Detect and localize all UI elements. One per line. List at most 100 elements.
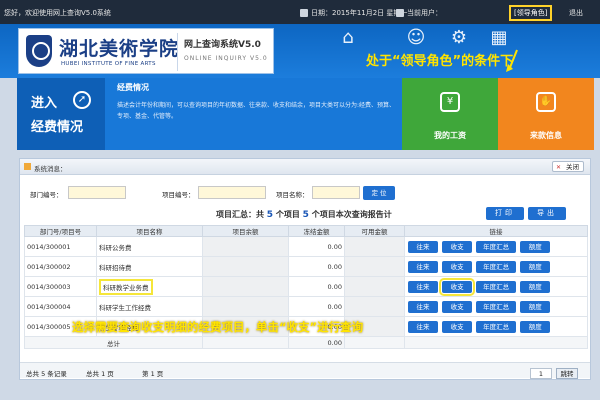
quota-button[interactable]: 额度	[520, 260, 551, 273]
transactions-button[interactable]: 往来	[408, 320, 438, 333]
total-empty	[404, 336, 588, 349]
income-info-label: 来款信息	[530, 131, 562, 140]
transactions-button[interactable]: 往来	[408, 280, 438, 293]
total-balance	[202, 336, 289, 349]
annual-summary-button[interactable]: 年度汇总	[476, 320, 517, 333]
annual-summary-button[interactable]: 年度汇总	[476, 240, 517, 253]
arrow-right-circle-icon: ➚	[73, 91, 91, 109]
row-frozen: 0.00	[288, 256, 345, 277]
row-actions: 往来 收支 年度汇总 额度	[404, 256, 588, 277]
export-button[interactable]: 导出	[528, 207, 566, 220]
quota-button[interactable]: 额度	[520, 300, 551, 313]
project-summary: 项目汇总：共 5 个项目 5 个项目本次查询报告计	[216, 209, 392, 220]
row-name-cell: 科研教学业务费	[96, 276, 203, 297]
row-available	[344, 276, 405, 297]
row-available	[344, 256, 405, 277]
row-balance	[202, 296, 289, 317]
income-expense-button[interactable]: 收支	[442, 240, 473, 253]
annual-summary-button[interactable]: 年度汇总	[476, 300, 517, 313]
income-info-tile[interactable]: ✋ 来款信息	[498, 78, 594, 150]
table-total-row: 总计 0.00	[24, 336, 588, 349]
date-display: 日期：2015年11月2日 星期一	[300, 8, 407, 18]
pagination-bar: 总共 5 条记录 总共 1 页 第 1 页 1 跳转	[20, 362, 590, 379]
pager-current: 第 1 页	[142, 370, 164, 378]
current-user: 当前用户：	[396, 8, 442, 18]
enter-label: 进入	[31, 96, 58, 111]
page-number-input[interactable]: 1	[530, 368, 552, 379]
pager-pages: 总共 1 页	[86, 370, 114, 378]
date-text: 日期：2015年11月2日 星期一	[311, 9, 408, 17]
col-available: 可用金额	[344, 225, 405, 237]
system-name: 网上查询系统V5.0	[184, 40, 261, 50]
transactions-button[interactable]: 往来	[408, 300, 438, 313]
row-balance	[202, 236, 289, 257]
locate-button[interactable]: 定 位	[363, 186, 395, 200]
jump-button[interactable]: 跳转	[556, 368, 578, 379]
row-available	[344, 296, 405, 317]
transactions-button[interactable]: 往来	[408, 240, 438, 253]
message-icon	[24, 163, 31, 170]
home-icon[interactable]: ⌂	[337, 27, 359, 49]
col-code: 部门号/项目号	[24, 225, 97, 237]
annotation-bottom: 选择需要查询收支明细的经费项目，单击“收支”进行查询	[72, 320, 364, 334]
project-no-input[interactable]	[198, 186, 266, 199]
transactions-button[interactable]: 往来	[408, 260, 438, 273]
row-code: 0014/300002	[24, 256, 97, 277]
income-expense-button[interactable]: 收支	[442, 260, 473, 273]
welcome-text: 您好，欢迎使用网上查询V5.0系统	[4, 9, 111, 17]
top-status-bar: 您好，欢迎使用网上查询V5.0系统 日期：2015年11月2日 星期一 当前用户…	[0, 0, 600, 24]
dept-input[interactable]	[68, 186, 126, 199]
wallet-icon: ¥	[440, 92, 460, 112]
role-badge[interactable]: [领导角色]	[509, 5, 553, 21]
school-name: 湖北美術学院	[59, 38, 180, 60]
income-expense-button[interactable]: 收支	[442, 320, 473, 333]
search-row: 部门编号： 项目编号： 项目名称： 定 位	[20, 185, 590, 201]
col-balance: 项目余额	[202, 225, 289, 237]
row-name-highlighted[interactable]: 科研教学业务费	[99, 278, 153, 295]
quota-button[interactable]: 额度	[520, 320, 551, 333]
enter-funding-tile[interactable]: 进入 ➚ 经费情况	[17, 78, 105, 150]
quota-button[interactable]: 额度	[520, 280, 551, 293]
chart-icon[interactable]: ▦	[488, 27, 510, 49]
summary-middle: 个项目	[275, 210, 300, 219]
income-expense-button-highlighted[interactable]: 收支	[439, 277, 476, 296]
row-name: 科研公务费	[96, 236, 203, 257]
section-description: 描述会计年份和期间，可以查询项目的年初数据、往来款、收支和结余，项目大类可以分为…	[117, 102, 396, 120]
summary-prefix: 项目汇总：共	[216, 210, 264, 219]
total-frozen: 0.00	[288, 336, 345, 349]
system-name-en: ONLINE INQUIRY V5.0	[184, 55, 268, 62]
dept-label: 部门编号：	[30, 191, 63, 199]
enter-title: 经费情况	[31, 120, 84, 135]
quota-button[interactable]: 额度	[520, 240, 551, 253]
table-header-row: 部门号/项目号 项目名称 项目余额 冻结金额 可用金额 链接	[24, 225, 588, 237]
system-title: 网上查询系统V5.0 ONLINE INQUIRY V5.0	[177, 33, 275, 71]
row-actions: 往来 收支 年度汇总 额度	[404, 236, 588, 257]
school-seal-icon	[26, 35, 52, 67]
calendar-icon	[300, 9, 308, 17]
row-available	[344, 236, 405, 257]
row-balance	[202, 276, 289, 297]
row-actions: 往来 收支 年度汇总 额度	[404, 316, 588, 337]
col-links: 链接	[404, 225, 588, 237]
row-balance	[202, 256, 289, 277]
my-salary-tile[interactable]: ¥ 我的工资	[402, 78, 498, 150]
settings-icon[interactable]: ⚙	[448, 27, 470, 49]
annual-summary-button[interactable]: 年度汇总	[476, 280, 517, 293]
row-name: 科研学生工作经费	[96, 296, 203, 317]
income-expense-button[interactable]: 收支	[442, 300, 473, 313]
annual-summary-button[interactable]: 年度汇总	[476, 260, 517, 273]
row-actions: 往来 收支 年度汇总 额度	[404, 296, 588, 317]
user-icon[interactable]: ☺	[405, 27, 427, 49]
project-name-label: 项目名称：	[276, 191, 309, 199]
row-name: 科研招待费	[96, 256, 203, 277]
close-button[interactable]: 关闭	[552, 161, 584, 173]
row-frozen: 0.00	[288, 276, 345, 297]
exit-link[interactable]: 退出	[569, 8, 583, 18]
print-button[interactable]: 打印	[486, 207, 524, 220]
row-code: 0014/300003	[24, 276, 97, 297]
project-name-input[interactable]	[312, 186, 360, 199]
school-name-en: HUBEI INSTITUTE OF FINE ARTS	[61, 61, 156, 67]
summary-suffix: 个项目本次查询报告计	[311, 210, 392, 219]
total-label: 总计	[24, 336, 203, 349]
banner-row: 进入 ➚ 经费情况 经费情况 描述会计年份和期间，可以查询项目的年初数据、往来款…	[17, 78, 594, 150]
